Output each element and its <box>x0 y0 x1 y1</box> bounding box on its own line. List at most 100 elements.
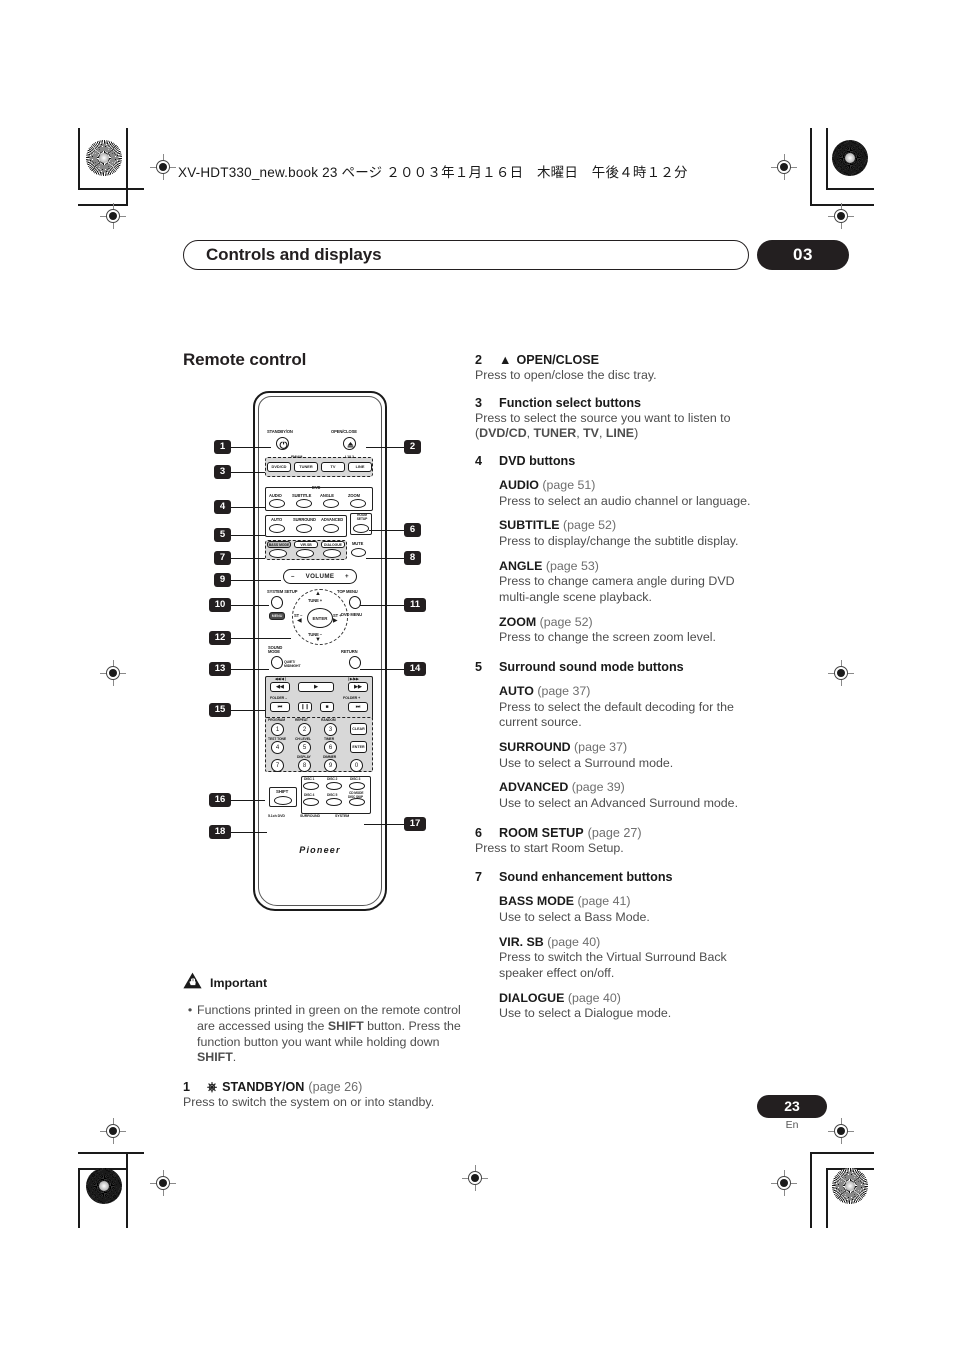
remote-volume-rocker[interactable]: – VOLUME + <box>283 569 357 584</box>
callout-item-1-number: 1 <box>183 1080 191 1095</box>
remote-button-pause[interactable]: ❙❙ <box>298 702 312 712</box>
remote-key-3[interactable]: 3 <box>324 723 337 736</box>
remote-button-disc3[interactable] <box>349 782 365 790</box>
remote-key-clear[interactable]: CLEAR <box>350 723 367 735</box>
remote-button-bass-mode[interactable] <box>269 549 287 558</box>
remote-label-shift: SHIFT <box>276 789 289 794</box>
callout-item-6-label: ROOM SETUP <box>499 825 584 840</box>
remote-label-top-menu: TOP MENU <box>337 589 358 594</box>
remote-button-next[interactable]: ⏭ <box>348 702 368 712</box>
remote-key-0[interactable]: 0 <box>350 759 363 772</box>
leader-line-1 <box>231 447 271 448</box>
leader-line-18 <box>231 832 267 833</box>
sub-item-bass-mode-desc: Use to select a Bass Mode. <box>499 910 650 925</box>
remote-button-tv[interactable]: TV <box>321 462 345 472</box>
callout-badge-1: 1 <box>214 440 231 454</box>
remote-label-scan-fwd: ❘▶/▶▶ <box>347 677 359 681</box>
remote-button-advanced[interactable] <box>323 524 339 533</box>
remote-key-enter[interactable]: ENTER <box>350 741 367 753</box>
dpad-down-arrow-icon[interactable]: ▼ <box>315 637 321 643</box>
dpad-left-arrow-icon[interactable]: ◀ <box>297 617 302 624</box>
remote-button-dialogue[interactable] <box>323 549 341 558</box>
remote-label-zoom: ZOOM <box>348 493 360 498</box>
remote-button-audio[interactable] <box>269 499 285 508</box>
remote-button-tuner[interactable]: TUNER <box>294 462 318 472</box>
remote-label-surround-bottom: SURROUND <box>300 814 320 818</box>
remote-button-previous[interactable]: ⏮ <box>270 702 290 712</box>
remote-button-disc-skip[interactable] <box>349 798 365 806</box>
remote-button-zoom[interactable] <box>350 499 366 508</box>
callout-item-6-page: (page 27) <box>587 825 642 840</box>
pioneer-logo: Pioneer <box>299 845 341 855</box>
leader-line-12 <box>231 638 291 639</box>
remote-label-standby: STANDBY/ON <box>267 429 293 434</box>
remote-label-return: RETURN <box>341 649 358 654</box>
remote-button-line[interactable]: LINE <box>348 462 372 472</box>
remote-button-standby[interactable] <box>276 437 289 450</box>
crop-line <box>78 1168 80 1228</box>
remote-button-shift[interactable] <box>274 796 292 805</box>
registration-rosette <box>832 140 868 176</box>
remote-button-play[interactable]: ▶ <box>298 682 334 692</box>
callout-item-7: 7 Sound enhancement buttons BASS MODE (p… <box>475 869 760 1022</box>
warning-triangle-hand-icon <box>183 972 202 994</box>
registration-target <box>150 154 176 180</box>
remote-label-subtitle: SUBTITLE <box>292 493 312 498</box>
remote-button-angle[interactable] <box>323 499 339 508</box>
remote-button-disc4[interactable] <box>303 798 319 806</box>
remote-label-mute: MUTE <box>352 541 364 546</box>
remote-key-7[interactable]: 7 <box>271 759 284 772</box>
registration-target <box>771 154 797 180</box>
remote-button-enter[interactable]: ENTER <box>307 608 333 628</box>
dpad-right-arrow-icon[interactable]: ▶ <box>333 617 338 624</box>
remote-button-disc5[interactable] <box>326 798 342 806</box>
sub-item-bass-mode: BASS MODE (page 41) Use to select a Bass… <box>499 894 760 925</box>
remote-key-5[interactable]: 5 <box>298 741 311 754</box>
remote-button-scan-forward[interactable]: ▶▶ <box>348 682 368 692</box>
leader-line-5 <box>231 535 265 536</box>
remote-key-4[interactable]: 4 <box>271 741 284 754</box>
callout-badge-12: 12 <box>209 631 231 645</box>
remote-button-subtitle[interactable] <box>296 499 312 508</box>
remote-button-surround[interactable] <box>296 524 312 533</box>
remote-button-open-close[interactable] <box>343 437 356 450</box>
crop-line <box>826 1168 828 1228</box>
callout-item-3-head: 3 Function select buttons <box>475 395 760 411</box>
leader-line-3 <box>231 472 265 473</box>
remote-button-disc1[interactable] <box>303 782 319 790</box>
dpad-up-arrow-icon[interactable]: ▲ <box>315 591 321 597</box>
callout-badge-15: 15 <box>209 703 231 717</box>
callout-item-2-number: 2 <box>475 353 483 367</box>
callout-item-5-number: 5 <box>475 659 483 674</box>
remote-button-auto[interactable] <box>269 524 285 533</box>
registration-target <box>828 660 854 686</box>
sub-item-subtitle-head: SUBTITLE (page 52) <box>499 518 617 533</box>
remote-button-disc2[interactable] <box>326 782 342 790</box>
sub-item-dialogue-head: DIALOGUE (page 40) <box>499 990 621 1005</box>
sub-item-angle-head: ANGLE (page 53) <box>499 558 599 573</box>
remote-label-system-setup: SYSTEM SETUP <box>267 589 298 594</box>
remote-button-room-setup[interactable] <box>353 524 369 533</box>
sub-item-auto-head: AUTO (page 37) <box>499 683 591 698</box>
sub-item-dialogue-desc: Use to select a Dialogue mode. <box>499 1006 672 1021</box>
sub-item-advanced-head: ADVANCED (page 39) <box>499 780 625 795</box>
callout-item-3-number: 3 <box>475 395 483 410</box>
callout-item-6: 6 ROOM SETUP (page 27) Press to start Ro… <box>475 825 760 857</box>
callout-badge-2: 2 <box>404 440 421 454</box>
leader-line-7 <box>231 558 265 559</box>
remote-button-scan-reverse[interactable]: ◀◀ <box>270 682 290 692</box>
sub-item-zoom-desc: Press to change the screen zoom level. <box>499 630 716 645</box>
remote-button-dvd-cd[interactable]: DVD/CD <box>267 462 291 472</box>
remote-button-stop[interactable]: ■ <box>320 702 334 712</box>
callout-item-2-desc: Press to open/close the disc tray. <box>475 368 657 382</box>
registration-rosette <box>86 1168 122 1204</box>
remote-key-1[interactable]: 1 <box>271 723 284 736</box>
remote-key-6[interactable]: 6 <box>324 741 337 754</box>
callout-item-3-desc: Press to select the source you want to l… <box>475 410 731 425</box>
remote-key-2[interactable]: 2 <box>298 723 311 736</box>
remote-key-9[interactable]: 9 <box>324 759 337 772</box>
remote-key-8[interactable]: 8 <box>298 759 311 772</box>
remote-label-bass-mode: BASS MODE <box>267 541 291 548</box>
remote-button-mute[interactable] <box>351 548 366 557</box>
remote-button-vir-sb[interactable] <box>296 549 314 558</box>
